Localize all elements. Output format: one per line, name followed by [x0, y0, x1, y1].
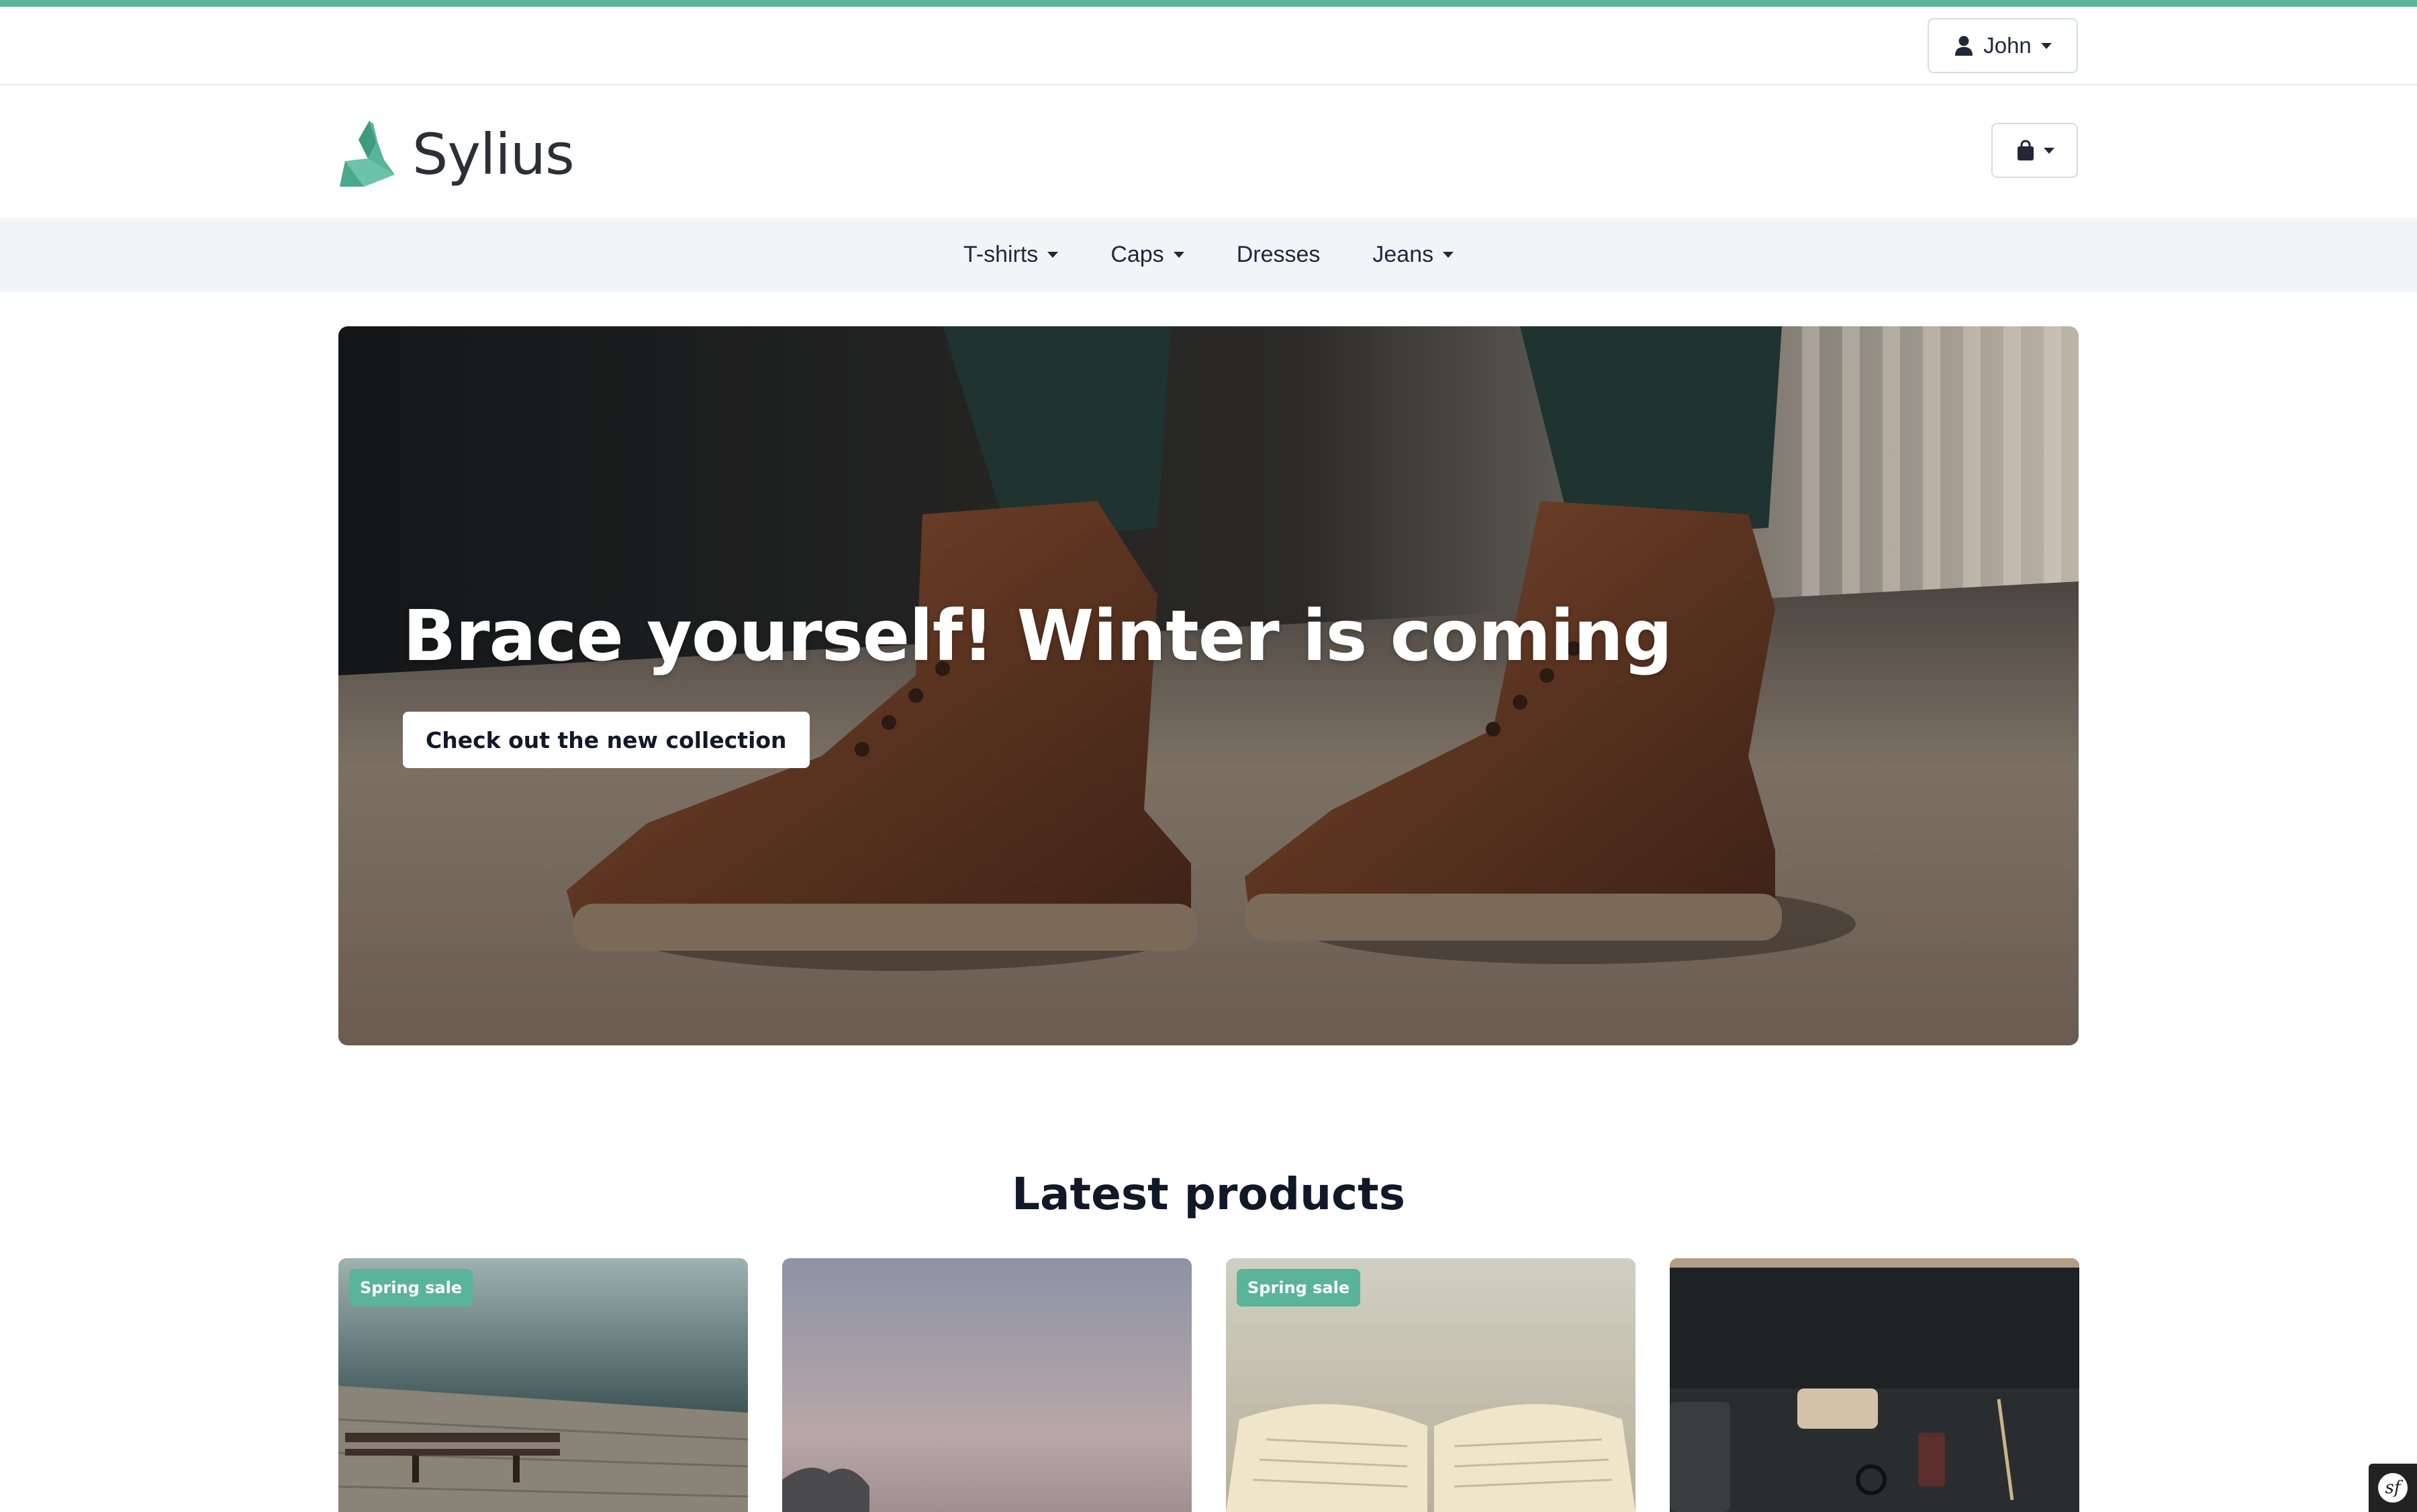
nav-item-caps[interactable]: Caps	[1084, 218, 1210, 292]
nav-item-label: Jeans	[1372, 242, 1434, 267]
hero-image	[338, 326, 2079, 1045]
product-image	[782, 1258, 1192, 1512]
nav-item-label: Caps	[1110, 242, 1164, 267]
nav-item-label: Dresses	[1236, 242, 1321, 267]
user-menu-label: John	[1983, 33, 2032, 58]
site-header: Sylius	[0, 85, 2417, 218]
sylius-logo-icon	[340, 121, 395, 187]
chevron-down-icon	[2043, 147, 2054, 154]
hero-banner: Brace yourself! Winter is coming Check o…	[338, 326, 2079, 1045]
product-card[interactable]	[1670, 1258, 2079, 1512]
latest-products-title: Latest products	[1011, 1168, 1406, 1220]
nav-item-tshirts[interactable]: T-shirts	[937, 218, 1084, 292]
product-card[interactable]	[782, 1258, 1192, 1512]
latest-products-grid: Spring sale Spring sale	[338, 1258, 2079, 1512]
nav-item-label: T-shirts	[963, 242, 1039, 267]
chevron-down-icon	[1173, 252, 1184, 258]
spring-sale-badge: Spring sale	[349, 1269, 473, 1307]
cart-button[interactable]	[1991, 123, 2078, 178]
chevron-down-icon	[2040, 42, 2052, 49]
product-card[interactable]: Spring sale	[338, 1258, 748, 1512]
product-card[interactable]: Spring sale	[1226, 1258, 1636, 1512]
symfony-debug-toolbar-button[interactable]: sf	[2369, 1464, 2417, 1512]
user-icon	[1955, 36, 1973, 56]
logo-link[interactable]: Sylius	[338, 117, 575, 191]
hero-title: Brace yourself! Winter is coming	[403, 595, 1672, 677]
symfony-icon: sf	[2378, 1473, 2408, 1503]
nav-item-jeans[interactable]: Jeans	[1346, 218, 1480, 292]
chevron-down-icon	[1443, 252, 1454, 258]
main-navigation: T-shirts Caps Dresses Jeans	[0, 218, 2417, 292]
nav-item-dresses[interactable]: Dresses	[1211, 218, 1347, 292]
hero-cta-button[interactable]: Check out the new collection	[403, 712, 810, 768]
user-menu-button[interactable]: John	[1928, 18, 2078, 73]
chevron-down-icon	[1047, 252, 1059, 258]
spring-sale-badge: Spring sale	[1237, 1269, 1361, 1307]
product-image	[1670, 1258, 2079, 1512]
logo-text: Sylius	[412, 122, 575, 187]
top-bar: John	[0, 7, 2417, 85]
shopping-bag-icon	[2017, 140, 2034, 160]
top-accent-bar	[0, 0, 2417, 7]
